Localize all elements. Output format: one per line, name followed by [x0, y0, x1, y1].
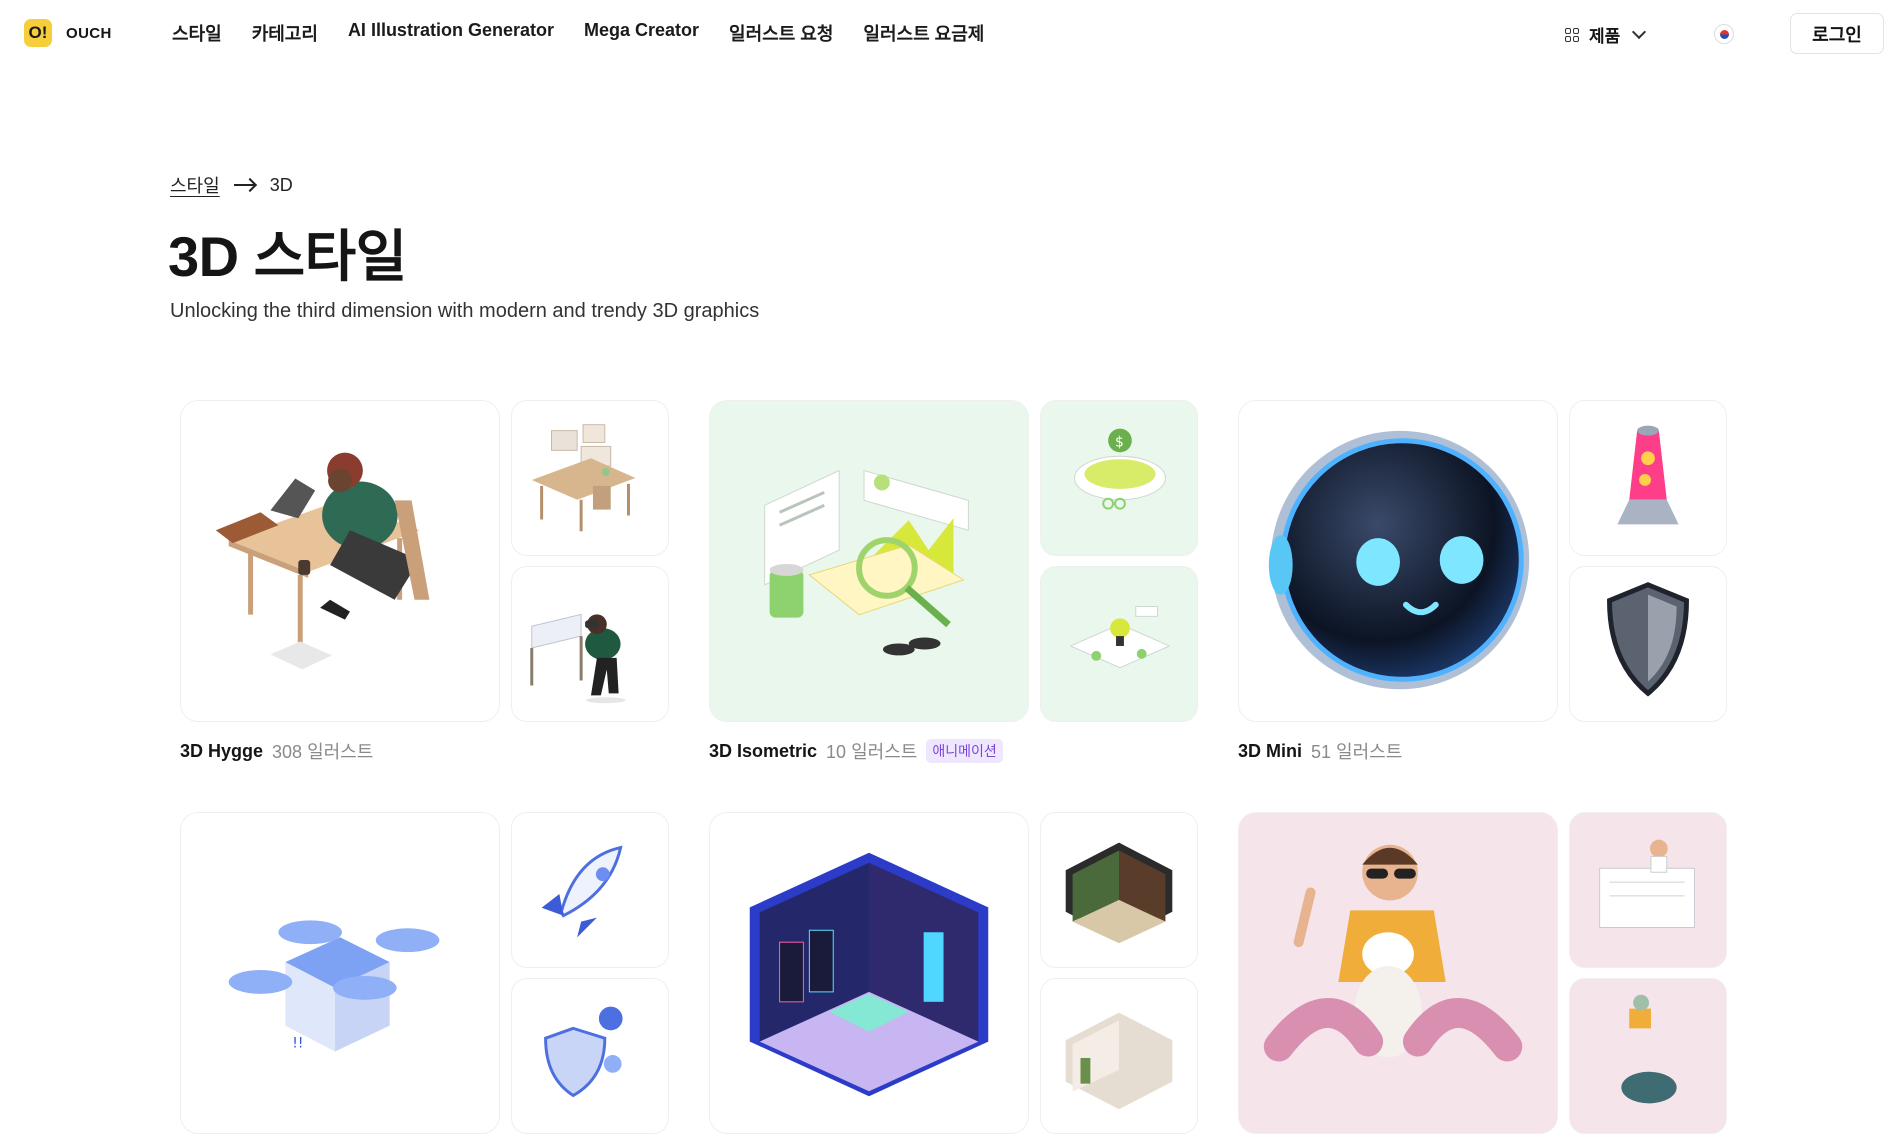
living-room-thumb[interactable] [1040, 978, 1198, 1134]
style-name[interactable]: 3D Isometric [709, 741, 817, 762]
chevron-down-icon [1632, 24, 1647, 40]
logo-mark: O! [24, 19, 52, 47]
top-navigation-bar: O! OUCH 스타일 카테고리 AI Illustration Generat… [0, 0, 1900, 66]
grid-icon [1565, 27, 1579, 42]
style-card-3d-hygge[interactable]: 3D Hygge 308 일러스트 [180, 400, 700, 762]
login-button[interactable]: 로그인 [1790, 13, 1884, 54]
mini-main-robot[interactable] [1238, 400, 1558, 722]
rocket-thumb[interactable] [511, 812, 669, 968]
arcade-room-illustration[interactable] [709, 812, 1029, 1134]
person-dog-illustration[interactable] [1238, 812, 1558, 1134]
illustration-count: 51 일러스트 [1311, 742, 1403, 762]
animation-badge: 애니메이션 [926, 739, 1003, 763]
korea-flag-icon[interactable] [1714, 24, 1734, 44]
breadcrumb-current: 3D [269, 174, 293, 195]
style-card-3d-isometric[interactable]: $ 3D Isometric 10 일러스트 애니메이션 [709, 400, 1229, 763]
style-meta: 3D Isometric 10 일러스트 애니메이션 [709, 738, 1003, 764]
style-card-row2-isometric-room[interactable] [709, 812, 1229, 1136]
mini-thumb-shield[interactable] [1569, 566, 1727, 722]
style-name[interactable]: 3D Hygge [180, 741, 263, 762]
isometric-thumb-idea[interactable] [1040, 566, 1198, 722]
security-thumb[interactable] [511, 978, 669, 1134]
page-subtitle: Unlocking the third dimension with moder… [170, 300, 760, 322]
isometric-main-illustration[interactable] [709, 400, 1029, 722]
arrow-right-icon [233, 179, 256, 191]
products-menu-button[interactable]: 제품 [1565, 22, 1647, 47]
hygge-main-illustration[interactable] [180, 400, 500, 722]
isometric-thumb-money[interactable]: $ [1040, 400, 1198, 556]
nav-styles[interactable]: 스타일 [172, 20, 222, 46]
logo-text: OUCH [66, 24, 112, 42]
illustration-count: 10 일러스트 [826, 742, 918, 762]
style-card-row2-pink[interactable] [1238, 812, 1758, 1136]
style-meta: 3D Hygge 308 일러스트 [180, 738, 373, 764]
breadcrumb-styles-link[interactable]: 스타일 [170, 172, 220, 198]
nav-ai-generator[interactable]: AI Illustration Generator [348, 20, 554, 46]
style-name[interactable]: 3D Mini [1238, 741, 1302, 762]
nav-pricing[interactable]: 일러스트 요금제 [863, 20, 984, 46]
hygge-thumb-vr[interactable] [511, 566, 669, 722]
nav-illustration-request[interactable]: 일러스트 요청 [729, 20, 833, 46]
style-meta: 3D Mini 51 일러스트 [1238, 738, 1402, 764]
breadcrumb: 스타일 3D [170, 172, 293, 198]
style-card-row2-blue[interactable]: !! [180, 812, 700, 1136]
main-nav: 스타일 카테고리 AI Illustration Generator Mega … [172, 20, 984, 46]
svg-text:!!: !! [292, 1036, 303, 1052]
shop-room-thumb[interactable] [1040, 812, 1198, 968]
nav-mega-creator[interactable]: Mega Creator [584, 20, 699, 46]
ouch-logo[interactable]: O! OUCH [24, 19, 112, 47]
page-title: 3D 스타일 [168, 225, 407, 288]
delivery-scooter-thumb[interactable] [1569, 978, 1727, 1134]
drone-main-illustration[interactable]: !! [180, 812, 500, 1134]
svg-text:$: $ [1115, 434, 1124, 450]
nav-categories[interactable]: 카테고리 [252, 20, 318, 46]
illustration-count: 308 일러스트 [272, 742, 374, 762]
hygge-thumb-desk[interactable] [511, 400, 669, 556]
products-label: 제품 [1589, 27, 1621, 46]
style-card-3d-mini[interactable]: 3D Mini 51 일러스트 [1238, 400, 1758, 762]
mini-thumb-lava-lamp[interactable] [1569, 400, 1727, 556]
planner-thumb[interactable] [1569, 812, 1727, 968]
